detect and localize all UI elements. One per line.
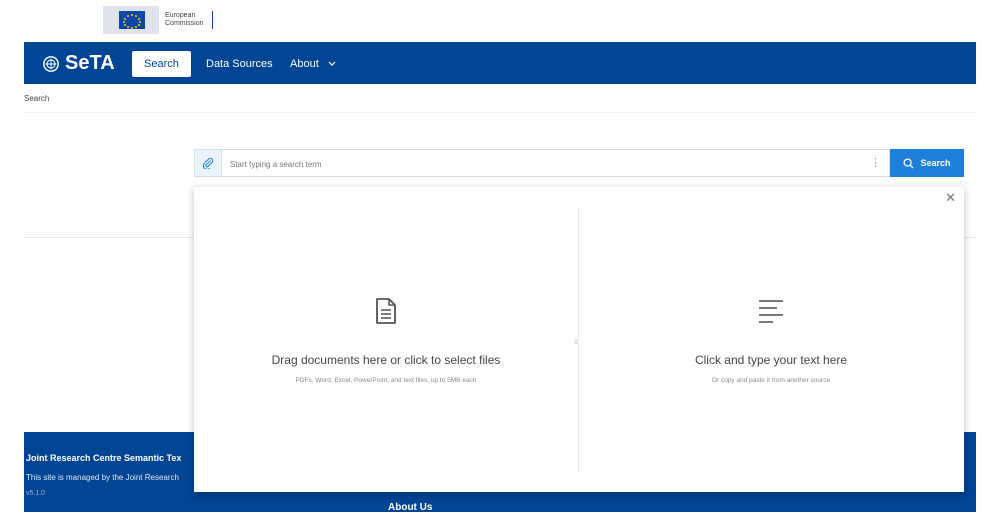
chevron-down-icon xyxy=(328,61,336,66)
dropzone-title: Drag documents here or click to select f… xyxy=(271,353,501,367)
text-area-hint: Or copy and paste it from another source xyxy=(711,377,831,384)
search-button-label: Search xyxy=(920,158,951,168)
text-lines-icon xyxy=(759,300,783,323)
search-input[interactable] xyxy=(228,155,832,173)
brand-name: SeTA xyxy=(65,52,115,74)
kebab-icon[interactable]: ⋮ xyxy=(870,156,881,170)
ec-logo-line1: European xyxy=(165,12,196,19)
text-input-area[interactable]: Click and type your text here Or copy an… xyxy=(579,187,963,492)
nav-tab-about[interactable]: About xyxy=(278,51,348,77)
paperclip-icon xyxy=(202,157,214,169)
ec-flag-background xyxy=(103,6,159,34)
seta-brand[interactable]: SeTA xyxy=(42,52,115,75)
search-icon xyxy=(903,157,915,169)
nav-tab-data-sources-label: Data Sources xyxy=(206,58,273,70)
seta-logo-icon xyxy=(43,55,59,72)
ec-logo-line2: Commission xyxy=(165,20,204,27)
footer-title: Joint Research Centre Semantic Tex xyxy=(26,453,182,463)
nav-tab-about-label: About xyxy=(290,58,319,70)
ec-header: European Commission xyxy=(0,0,984,42)
search-button[interactable]: Search xyxy=(890,149,964,177)
european-commission-logo[interactable]: European Commission xyxy=(103,6,213,34)
footer-about-heading: About Us xyxy=(388,502,433,513)
nav-tab-search-label: Search xyxy=(144,58,179,70)
nav-tab-data-sources[interactable]: Data Sources xyxy=(194,51,285,77)
ec-logo-divider xyxy=(211,11,213,29)
footer-managed-by: This site is managed by the Joint Resear… xyxy=(26,473,179,482)
dropzone-hint: PDFs, Word, Excel, PowerPoint, and text … xyxy=(295,377,477,384)
ec-logo-text: European Commission xyxy=(165,12,204,28)
document-icon xyxy=(376,298,396,324)
search-bar: ⋮ xyxy=(194,149,890,177)
breadcrumb-divider xyxy=(24,112,976,113)
eu-flag-icon xyxy=(119,11,145,29)
breadcrumb[interactable]: Search xyxy=(24,94,49,103)
attach-button[interactable] xyxy=(195,150,222,176)
text-area-title: Click and type your text here xyxy=(694,353,848,367)
footer-version: v5.1.0 xyxy=(26,490,46,497)
upload-panel: ✕ Drag documents here or click to select… xyxy=(194,187,964,492)
document-dropzone[interactable]: Drag documents here or click to select f… xyxy=(194,187,578,492)
nav-tab-search[interactable]: Search xyxy=(132,51,191,77)
main-navbar: SeTA Search Data Sources About xyxy=(24,42,976,84)
